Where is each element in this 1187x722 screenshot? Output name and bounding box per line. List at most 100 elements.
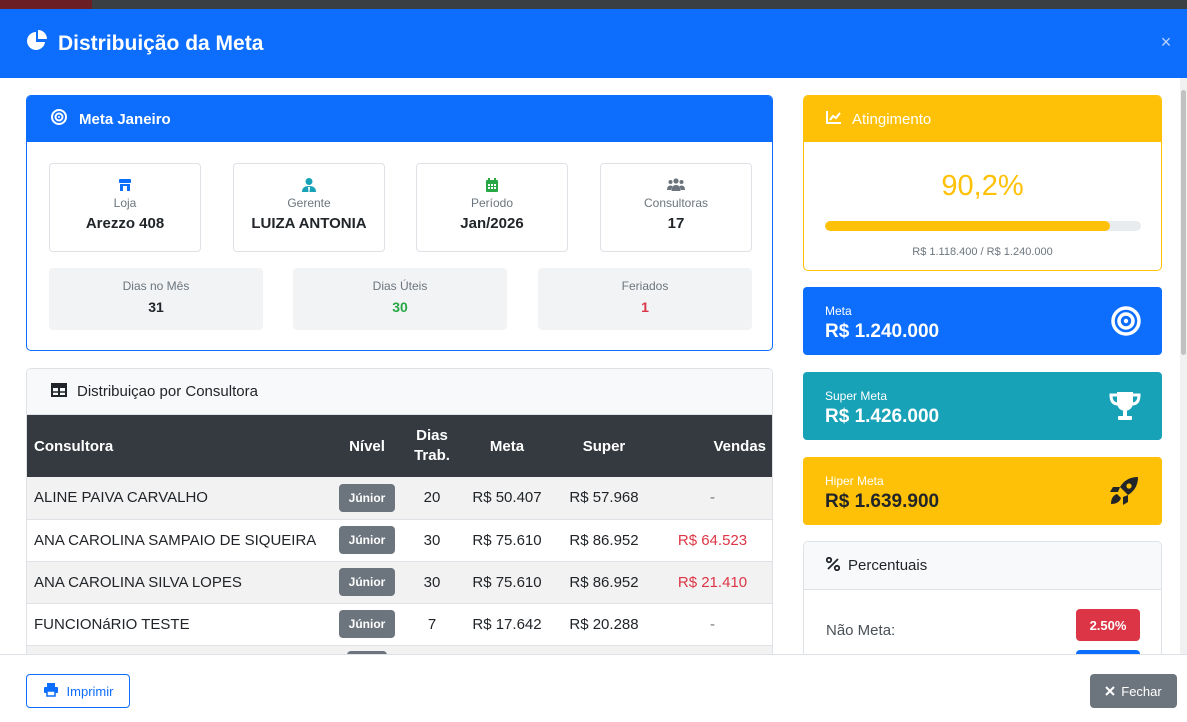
column-header-dias-trab[interactable]: Dias Trab. — [405, 415, 459, 477]
info-value: Jan/2026 — [460, 215, 524, 232]
info-periodo: Período Jan/2026 — [416, 163, 568, 252]
trophy-icon — [1108, 390, 1142, 427]
distribution-card-header: Distribuiçao por Consultora — [27, 369, 772, 415]
background-mark — [0, 0, 92, 9]
close-label: Fechar — [1121, 683, 1162, 699]
table-row: ANA CAROLINA SAMPAIO DE SIQUEIRA Júnior … — [27, 519, 772, 562]
column-header-vendas[interactable]: Vendas — [653, 415, 772, 477]
cell-consultora: FUNCIONáRIO TESTE — [27, 603, 329, 646]
meta-card-header: Meta Janeiro — [27, 96, 772, 142]
scrollbar-thumb[interactable] — [1181, 90, 1186, 355]
calendar-icon — [484, 177, 500, 193]
level-badge: Júnior — [338, 568, 396, 596]
info-label: Loja — [113, 196, 137, 210]
modal-body: Meta Janeiro Loja Arezzo 408 Gerente LUI… — [0, 78, 1187, 654]
nao-meta-badge: 2.50% — [1076, 609, 1140, 641]
column-header-meta[interactable]: Meta — [459, 415, 555, 477]
days-label: Dias no Mês — [122, 279, 190, 293]
cell-vendas: R$ 64.523 — [653, 519, 772, 562]
bullseye-icon — [51, 109, 67, 129]
table-row-partial — [27, 645, 772, 654]
percent-icon — [825, 556, 841, 575]
cell-vendas: - — [653, 603, 772, 646]
attainment-amount: R$ 1.118.400 / R$ 1.240.000 — [912, 246, 1053, 258]
cell-super: R$ 86.952 — [555, 561, 653, 604]
info-loja: Loja Arezzo 408 — [49, 163, 201, 252]
days-value: 31 — [148, 299, 164, 315]
attainment-progress-fill — [825, 221, 1111, 231]
info-value: LUIZA ANTONIA — [251, 215, 367, 232]
info-value: Arezzo 408 — [85, 215, 165, 232]
print-label: Imprimir — [66, 683, 114, 699]
percentuais-card: Percentuais Não Meta: 2.50% — [803, 541, 1162, 654]
store-icon — [117, 177, 133, 193]
users-icon — [667, 177, 685, 193]
cell-meta: R$ 50.407 — [459, 477, 555, 520]
days-label: Dias Úteis — [372, 279, 428, 293]
percentuais-title: Percentuais — [848, 557, 928, 574]
cell-consultora: ANA CAROLINA SILVA LOPES — [27, 561, 329, 604]
print-button[interactable]: Imprimir — [26, 674, 130, 708]
cell-vendas: - — [653, 477, 772, 520]
info-value: 17 — [667, 215, 685, 232]
cell-meta: R$ 17.642 — [459, 603, 555, 646]
cell-dias: 20 — [405, 477, 459, 520]
percentuais-card-header: Percentuais — [804, 542, 1161, 590]
modal-footer: Imprimir Fechar — [0, 654, 1187, 722]
column-header-super[interactable]: Super — [555, 415, 653, 477]
days-month-box: Dias no Mês 31 — [49, 268, 263, 330]
cell-meta: R$ 75.610 — [459, 519, 555, 562]
background-strip — [0, 0, 1187, 9]
goal-card-hiper-meta: Hiper Meta R$ 1.639.900 — [803, 457, 1162, 525]
attainment-percent: 90,2% — [941, 170, 1024, 202]
table-row: FUNCIONáRIO TESTE Júnior 7 R$ 17.642 R$ … — [27, 603, 772, 646]
distribution-card: Distribuiçao por Consultora Consultora N… — [26, 368, 773, 654]
distribution-card-title: Distribuiçao por Consultora — [77, 383, 258, 400]
cell-meta: R$ 75.610 — [459, 561, 555, 604]
print-icon — [43, 682, 59, 700]
distribution-table: Consultora Nível Dias Trab. Meta Super Ve… — [27, 415, 772, 654]
cell-dias: 30 — [405, 561, 459, 604]
column-header-trab: Trab. — [414, 447, 450, 464]
info-consultoras: Consultoras 17 — [600, 163, 752, 252]
days-working-box: Dias Úteis 30 — [293, 268, 507, 330]
column-header-nivel[interactable]: Nível — [329, 415, 405, 477]
modal-header: Distribuição da Meta × — [0, 9, 1187, 78]
attainment-card-header: Atingimento — [804, 96, 1161, 142]
days-value: 1 — [641, 299, 649, 315]
meta-card: Meta Janeiro Loja Arezzo 408 Gerente LUI… — [26, 95, 773, 351]
table-row: ALINE PAIVA CARVALHO Júnior 20 R$ 50.407… — [27, 477, 772, 520]
column-header-dias: Dias — [416, 427, 448, 444]
modal-scrollbar[interactable] — [1180, 78, 1187, 654]
level-badge: Júnior — [338, 483, 396, 512]
level-badge: Júnior — [338, 526, 396, 554]
line-chart-icon — [826, 110, 842, 128]
info-label: Período — [470, 196, 514, 210]
cell-consultora: ANA CAROLINA SAMPAIO DE SIQUEIRA — [27, 519, 329, 562]
close-button[interactable]: Fechar — [1090, 674, 1177, 708]
close-icon[interactable]: × — [1157, 33, 1175, 51]
target-icon — [1110, 305, 1142, 342]
rocket-icon — [1108, 475, 1142, 512]
info-gerente: Gerente LUIZA ANTONIA — [233, 163, 385, 252]
table-row: ANA CAROLINA SILVA LOPES Júnior 30 R$ 75… — [27, 561, 772, 604]
cell-dias: 7 — [405, 603, 459, 646]
days-label: Feriados — [621, 279, 669, 293]
column-header-consultora[interactable]: Consultora — [27, 415, 329, 477]
info-label: Consultoras — [643, 196, 709, 210]
holidays-box: Feriados 1 — [538, 268, 752, 330]
info-label: Gerente — [287, 196, 331, 210]
close-x-icon — [1105, 684, 1115, 699]
cell-super: R$ 57.968 — [555, 477, 653, 520]
cell-super: R$ 86.952 — [555, 519, 653, 562]
table-icon — [51, 382, 67, 401]
goal-card-meta: Meta R$ 1.240.000 — [803, 287, 1162, 355]
meta-card-title: Meta Janeiro — [79, 110, 171, 128]
pie-chart-icon — [26, 30, 48, 57]
cell-dias: 30 — [405, 519, 459, 562]
cell-vendas: R$ 21.410 — [653, 561, 772, 604]
cell-super: R$ 20.288 — [555, 603, 653, 646]
attainment-card: Atingimento 90,2% R$ 1.118.400 / R$ 1.24… — [803, 95, 1162, 271]
modal-title: Distribuição da Meta — [58, 31, 264, 55]
user-tie-icon — [301, 177, 317, 193]
